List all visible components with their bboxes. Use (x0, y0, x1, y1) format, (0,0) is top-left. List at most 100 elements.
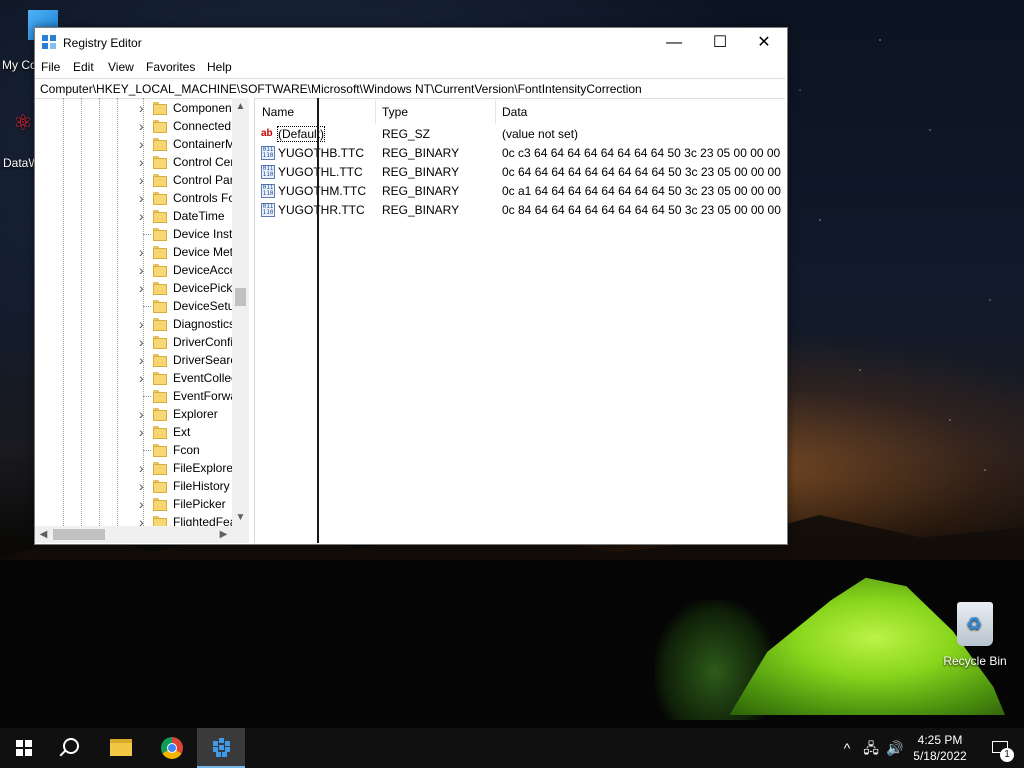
chevron-right-icon[interactable]: › (139, 119, 149, 133)
recycle-bin-icon (957, 602, 993, 646)
tree-item[interactable]: › Controls Fo (135, 189, 245, 207)
chevron-right-icon[interactable]: › (139, 353, 149, 367)
tree-item[interactable]: › Control Cer (135, 153, 245, 171)
tree-item[interactable]: › Diagnostics (135, 315, 245, 333)
value-row[interactable]: 011 110 YUGOTHB.TTC REG_BINARY 0c c3 64 64 … (255, 144, 785, 163)
binary-value-icon: 011 110 (261, 203, 275, 217)
value-data: 0c c3 64 64 64 64 64 64 64 64 50 3c 23 0… (502, 146, 782, 160)
chevron-right-icon[interactable]: › (139, 317, 149, 331)
tree-item[interactable]: EventForwa (135, 387, 245, 405)
column-header-name[interactable]: Name (262, 98, 294, 124)
chevron-right-icon[interactable]: › (139, 371, 149, 385)
registry-key-tree: › Componen › Connected › ContainerM › Control C… (35, 98, 250, 543)
column-separator[interactable] (375, 98, 376, 124)
chevron-right-icon[interactable]: › (139, 479, 149, 493)
scroll-corner (232, 526, 249, 543)
chevron-right-icon[interactable]: › (139, 425, 149, 439)
title-bar[interactable]: Registry Editor — ☐ ✕ (35, 28, 787, 57)
value-row[interactable]: ab (Default) REG_SZ (value not set) (255, 125, 785, 144)
minimize-button[interactable]: — (651, 28, 697, 57)
tree-item[interactable]: › Componen (135, 99, 245, 117)
value-type: REG_BINARY (382, 146, 460, 160)
scroll-thumb[interactable] (53, 529, 105, 540)
chevron-right-icon[interactable]: › (139, 263, 149, 277)
taskbar-clock[interactable]: 4:25 PM 5/18/2022 (902, 732, 978, 764)
taskbar-registry-editor[interactable] (197, 728, 245, 768)
network-icon[interactable]: 🖧 (860, 728, 882, 768)
tree-item[interactable]: › FileHistory (135, 477, 245, 495)
scroll-right-icon[interactable]: ▶ (215, 526, 232, 543)
chevron-right-icon[interactable]: › (139, 461, 149, 475)
menu-view[interactable]: View (108, 60, 134, 74)
maximize-button[interactable]: ☐ (697, 28, 743, 57)
chevron-right-icon[interactable]: › (139, 281, 149, 295)
chevron-right-icon[interactable]: › (139, 209, 149, 223)
menu-help[interactable]: Help (207, 60, 232, 74)
tree-item[interactable]: › DriverConfi (135, 333, 245, 351)
chevron-right-icon[interactable]: › (139, 497, 149, 511)
value-name: YUGOTHL.TTC (278, 165, 363, 179)
chevron-right-icon[interactable]: › (139, 335, 149, 349)
folder-icon (153, 101, 167, 115)
tree-item[interactable]: › FileExplorer (135, 459, 245, 477)
tree-item[interactable]: › ContainerM (135, 135, 245, 153)
value-row[interactable]: 011 110 YUGOTHL.TTC REG_BINARY 0c 64 64 64 … (255, 163, 785, 182)
tree-item[interactable]: › DeviceAcce (135, 261, 245, 279)
show-hidden-icons-chevron-icon[interactable]: ^ (836, 728, 858, 768)
start-button[interactable] (0, 728, 48, 768)
scroll-up-icon[interactable]: ▲ (232, 98, 249, 115)
close-button[interactable]: ✕ (741, 28, 787, 57)
value-type: REG_BINARY (382, 203, 460, 217)
tree-item[interactable]: › Connected (135, 117, 245, 135)
tree-item[interactable]: › Explorer (135, 405, 245, 423)
chevron-right-icon[interactable]: › (139, 137, 149, 151)
taskbar-chrome[interactable] (148, 728, 196, 768)
scroll-left-icon[interactable]: ◀ (35, 526, 52, 543)
column-separator[interactable] (495, 98, 496, 124)
taskbar: ^ 🖧 🔊 4:25 PM 5/18/2022 1 (0, 728, 1024, 768)
chevron-right-icon[interactable]: › (139, 245, 149, 259)
folder-icon (153, 209, 167, 223)
chevron-right-icon[interactable]: › (139, 101, 149, 115)
tree-item[interactable]: › Device Met (135, 243, 245, 261)
search-button[interactable] (48, 728, 96, 768)
scroll-thumb[interactable] (235, 288, 246, 306)
tree-item[interactable]: DeviceSetu (135, 297, 245, 315)
folder-icon (153, 119, 167, 133)
tree-item[interactable]: › EventColleс (135, 369, 245, 387)
tree-vertical-scrollbar[interactable]: ▲ ▼ (232, 98, 249, 526)
value-name: YUGOTHB.TTC (278, 146, 364, 160)
menu-file[interactable]: File (41, 60, 60, 74)
folder-icon (153, 443, 167, 457)
value-row[interactable]: 011 110 YUGOTHM.TTC REG_BINARY 0c a1 64 64 … (255, 182, 785, 201)
chevron-right-icon[interactable]: › (139, 407, 149, 421)
value-row[interactable]: 011 110 YUGOTHR.TTC REG_BINARY 0c 84 64 64 … (255, 201, 785, 220)
tree-item[interactable]: Fcon (135, 441, 245, 459)
folder-icon (153, 353, 167, 367)
tree-item-label: DriverSearc (173, 353, 237, 367)
chevron-right-icon[interactable]: › (139, 191, 149, 205)
taskbar-file-explorer[interactable] (98, 728, 146, 768)
chevron-right-icon[interactable]: › (139, 173, 149, 187)
tree-item[interactable]: Device Insta (135, 225, 245, 243)
tree-item-label: EventForwa (173, 389, 238, 403)
tree-item[interactable]: › Ext (135, 423, 245, 441)
desktop-icon-recycle-bin[interactable]: Recycle Bin (940, 602, 1010, 668)
tree-item-label: FileExplorer (173, 461, 238, 475)
tree-horizontal-scrollbar[interactable]: ◀ ▶ (35, 526, 232, 543)
tree-item[interactable]: › DevicePicke (135, 279, 245, 297)
column-header-type[interactable]: Type (382, 98, 408, 124)
tree-item[interactable]: › DateTime (135, 207, 245, 225)
tree-item[interactable]: › Control Par (135, 171, 245, 189)
clock-date: 5/18/2022 (913, 749, 967, 763)
scroll-down-icon[interactable]: ▼ (232, 509, 249, 526)
folder-icon (153, 155, 167, 169)
address-bar[interactable]: Computer\HKEY_LOCAL_MACHINE\SOFTWARE\Mic… (35, 78, 785, 99)
tree-item[interactable]: › DriverSearc (135, 351, 245, 369)
menu-edit[interactable]: Edit (73, 60, 94, 74)
tree-item[interactable]: › FilePicker (135, 495, 245, 513)
menu-favorites[interactable]: Favorites (146, 60, 195, 74)
chevron-right-icon[interactable]: › (139, 155, 149, 169)
column-header-data[interactable]: Data (502, 98, 527, 124)
action-center-button[interactable]: 1 (980, 728, 1020, 768)
